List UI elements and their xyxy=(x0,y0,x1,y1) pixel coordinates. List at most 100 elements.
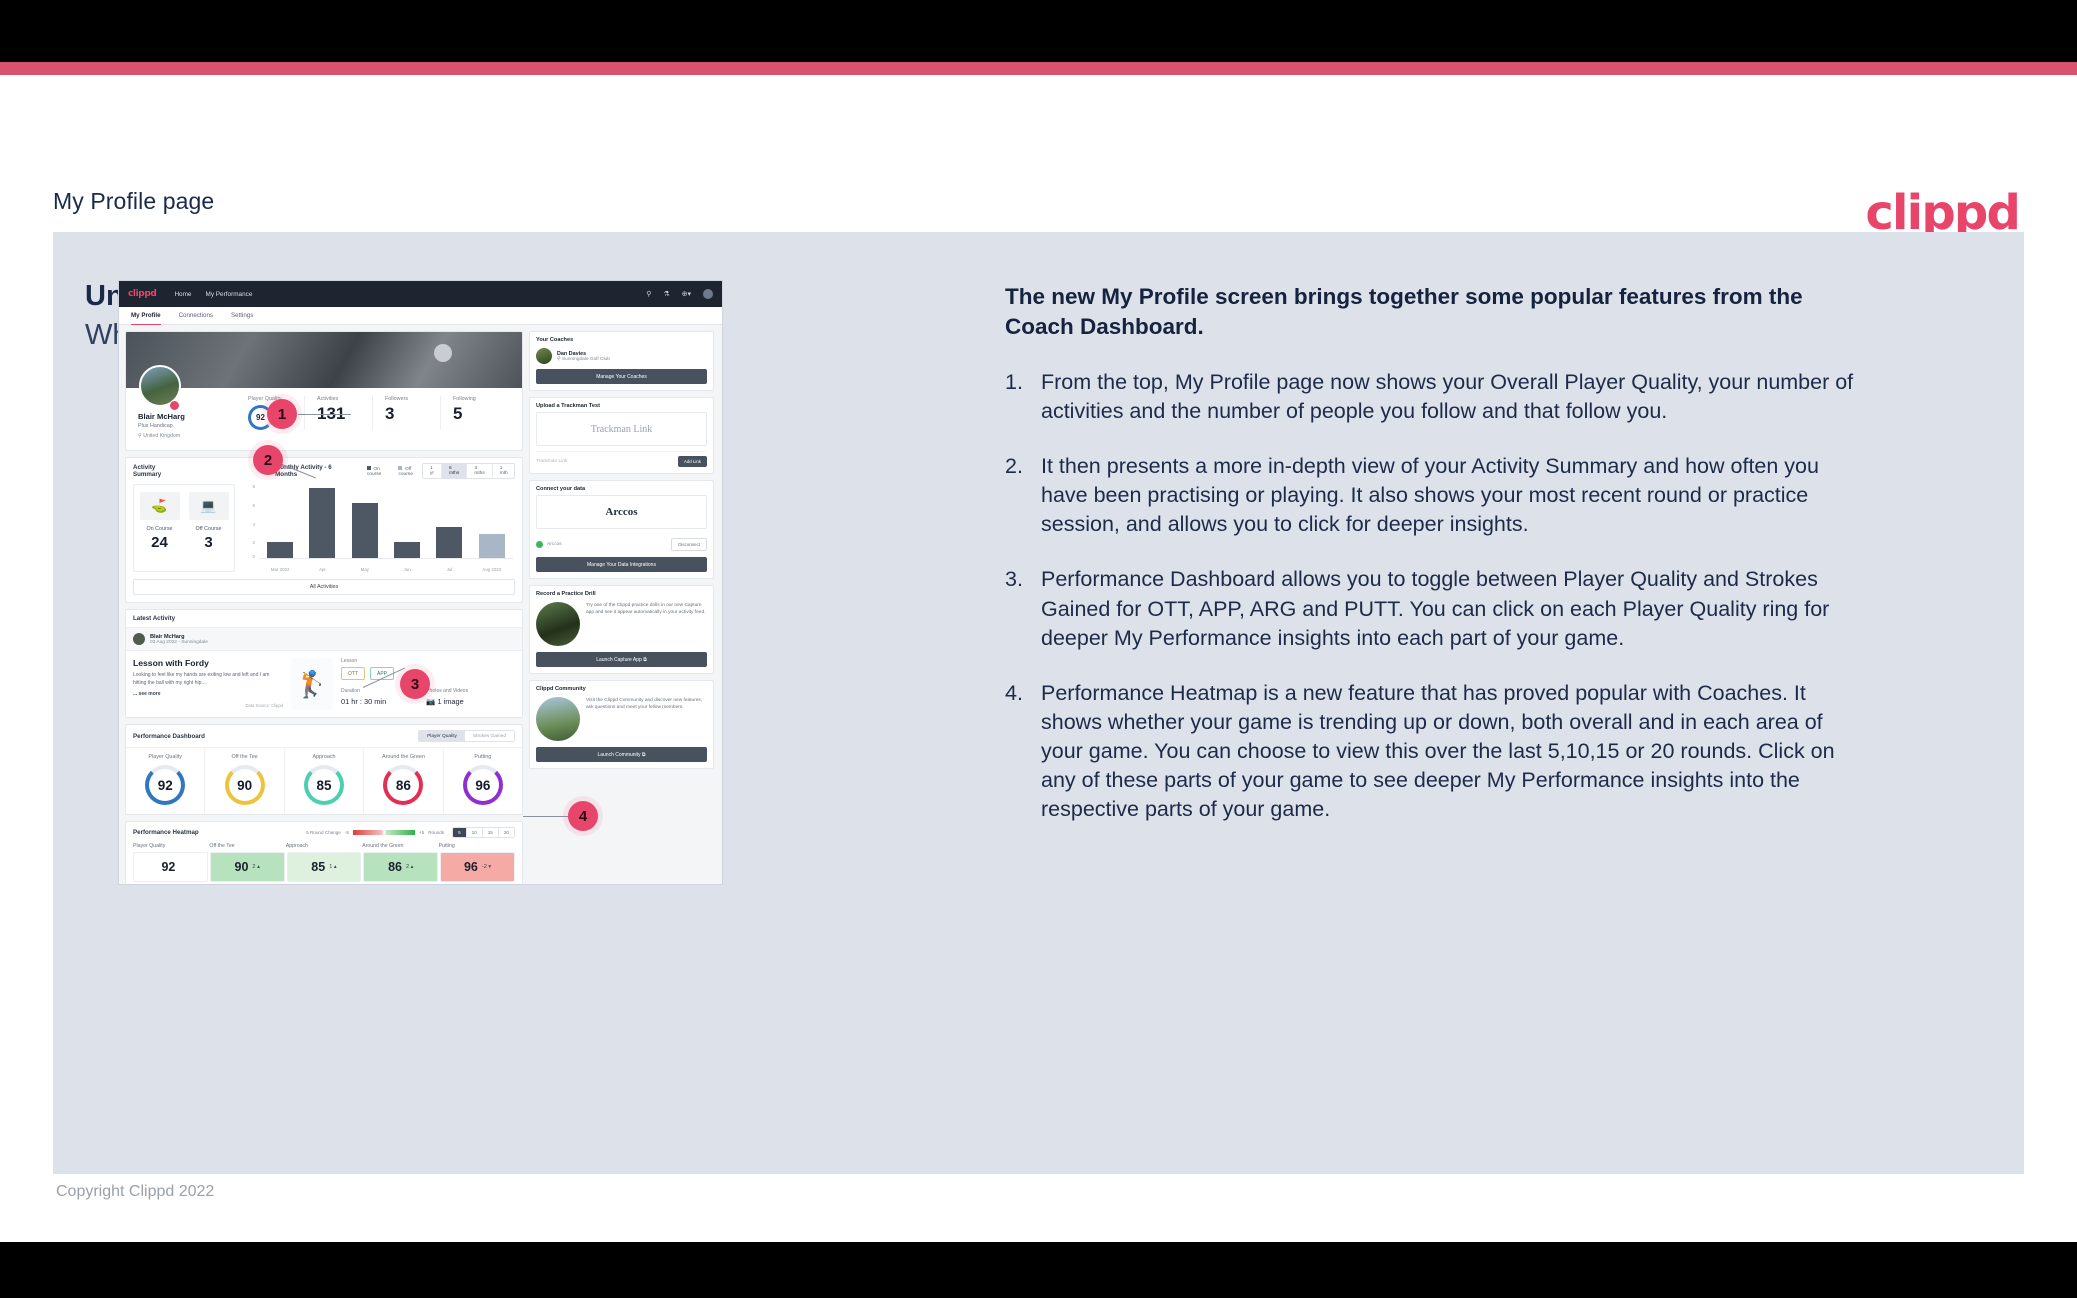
app-logo[interactable]: clippd xyxy=(128,289,157,299)
heatmap-label: Player Quality xyxy=(133,843,166,849)
heatmap-cell-player-quality[interactable]: 92 xyxy=(133,852,208,882)
ring-player-quality[interactable]: Player Quality 92 xyxy=(126,748,204,814)
heatmap-label: Putting xyxy=(438,843,455,849)
heatmap-cell-putting[interactable]: 96 -2 ▾ xyxy=(440,852,515,882)
manage-coaches-button[interactable]: Manage Your Coaches xyxy=(536,369,707,384)
community-thumbnail xyxy=(536,697,580,741)
ring-value: 86 xyxy=(383,765,424,805)
activity-body: Lesson with Fordy Looking to feel like m… xyxy=(126,651,522,717)
ring-approach[interactable]: Approach 85 xyxy=(283,748,363,814)
range-1yr[interactable]: 1 yr xyxy=(423,464,441,478)
coach-row[interactable]: Dan Davies ⚲ Sunningdale Golf Club xyxy=(530,346,713,369)
disconnect-button[interactable]: Disconnect xyxy=(671,538,707,551)
note-text: Performance Heatmap is a new feature tha… xyxy=(1041,680,1835,822)
callout-marker-2[interactable]: 2 xyxy=(253,445,283,475)
legend-off-course: Off course xyxy=(398,465,413,477)
trackman-link-input[interactable]: Trackman Link xyxy=(536,459,567,464)
app-nav-links: Home My Performance xyxy=(174,291,252,298)
rounds-15[interactable]: 15 xyxy=(481,828,498,837)
ring-around-the-green[interactable]: Around the Green 86 xyxy=(363,748,442,814)
heatmap-value: 85 xyxy=(311,860,326,874)
rounds-5[interactable]: 5 xyxy=(453,828,466,837)
callout-marker-4[interactable]: 4 xyxy=(568,801,598,831)
heatmap-value: 96 xyxy=(463,860,478,874)
practice-drill-text: Try one of the Clippd practice drills in… xyxy=(586,603,706,616)
golf-flag-icon: ⛳ xyxy=(139,492,180,520)
trackman-dropzone[interactable]: Trackman Link xyxy=(536,412,707,446)
heatmap-cell-approach[interactable]: 85 1 ▴ xyxy=(286,852,362,882)
people-icon[interactable]: ⚗ xyxy=(663,290,669,298)
activity-summary-body: ⛳ On Course 24 💻 Off Course 3 8 6 4 2 0 … xyxy=(126,484,522,579)
all-activities-button[interactable]: All Activities xyxy=(133,579,515,595)
top-accent-stripe xyxy=(0,62,2077,75)
tab-connections[interactable]: Connections xyxy=(179,312,213,319)
add-link-button[interactable]: Add Link xyxy=(677,456,707,467)
manage-integrations-button[interactable]: Manage Your Data Integrations xyxy=(536,557,707,572)
range-3mths[interactable]: 3 mths xyxy=(466,464,491,478)
callout-marker-3[interactable]: 3 xyxy=(400,669,430,699)
note-number: 1. xyxy=(1005,369,1023,394)
bar-jul[interactable] xyxy=(436,527,463,558)
heatmap-label: Off the Tee xyxy=(209,843,235,849)
see-more-link[interactable]: ... see more xyxy=(133,691,283,697)
stat-followers[interactable]: Followers 3 xyxy=(372,396,440,430)
profile-row: Blair McHarg Plus Handicap ⚲ United King… xyxy=(126,365,522,450)
coaches-card: Your Coaches Dan Davies ⚲ Sunningdale Go… xyxy=(529,331,714,391)
ring-value: 85 xyxy=(304,765,345,805)
ring-label: Putting xyxy=(474,754,492,760)
bar-may[interactable] xyxy=(351,503,378,558)
heatmap-delta: 2 ▴ xyxy=(252,864,260,870)
profile-name: Blair McHarg xyxy=(138,412,185,421)
heatmap-scale: 5 Round Change -5 +5 Rounds 5 10 15 20 xyxy=(306,827,515,838)
scale-min: -5 xyxy=(344,830,349,835)
avatar[interactable] xyxy=(703,289,713,299)
note-item: 1. From the top, My Profile page now sho… xyxy=(1005,368,1855,426)
notes-list: 1. From the top, My Profile page now sho… xyxy=(1005,368,1855,825)
edit-avatar-icon[interactable] xyxy=(169,400,180,411)
nav-link-my-performance[interactable]: My Performance xyxy=(206,291,253,298)
stat-activities[interactable]: Activities 131 xyxy=(304,396,372,430)
range-1mth[interactable]: 1 mth xyxy=(491,464,514,478)
range-6mths[interactable]: 6 mths xyxy=(440,464,467,478)
bar-mar-2022[interactable] xyxy=(267,542,294,558)
community-title: Clippd Community xyxy=(536,686,586,692)
heatmap-value: 92 xyxy=(161,860,176,874)
search-icon[interactable]: ⚲ xyxy=(646,290,651,298)
callout-marker-1[interactable]: 1 xyxy=(267,399,297,429)
media-label: Photos and Videos xyxy=(426,688,469,694)
toggle-strokes-gained[interactable]: Strokes Gained xyxy=(465,731,514,741)
chart-plot-area xyxy=(259,486,513,559)
app-navbar: clippd Home My Performance ⚲ ⚗ ⊕▾ xyxy=(119,281,722,307)
ring-off-the-tee[interactable]: Off the Tee 90 xyxy=(204,748,283,814)
note-number: 3. xyxy=(1005,567,1023,592)
heatmap-title: Performance Heatmap xyxy=(133,829,199,836)
launch-capture-app-button[interactable]: Launch Capture App ⧉ xyxy=(536,652,707,667)
tab-settings[interactable]: Settings xyxy=(231,312,253,319)
stat-value: 3 xyxy=(385,404,395,423)
rounds-10[interactable]: 10 xyxy=(465,828,482,837)
bar-aug-2022[interactable] xyxy=(478,534,505,558)
tag-ott[interactable]: OTT xyxy=(341,667,365,680)
arccos-status-row: Arccos Disconnect xyxy=(536,534,707,551)
activity-title[interactable]: Lesson with Fordy xyxy=(133,658,283,668)
ring-putting[interactable]: Putting 96 xyxy=(442,748,522,814)
bottom-black-bar xyxy=(0,1242,2077,1298)
bar-jun[interactable] xyxy=(394,542,421,558)
toggle-player-quality[interactable]: Player Quality xyxy=(419,731,465,741)
xtick: Jun xyxy=(403,567,411,572)
rounds-20[interactable]: 20 xyxy=(497,828,514,837)
add-circle-icon[interactable]: ⊕▾ xyxy=(682,290,691,298)
heatmap-cell-off-the-tee[interactable]: 90 2 ▴ xyxy=(209,852,285,882)
activity-description: Looking to feel like my hands are exitin… xyxy=(133,672,270,686)
nav-link-home[interactable]: Home xyxy=(174,291,191,298)
note-number: 4. xyxy=(1005,680,1023,705)
heatmap-label: Around the Green xyxy=(362,843,404,849)
stat-following[interactable]: Following 5 xyxy=(440,396,508,430)
app-nav-right: ⚲ ⚗ ⊕▾ xyxy=(646,289,713,299)
off-course-stat: 💻 Off Course 3 xyxy=(187,492,230,564)
heatmap-cell-around-the-green[interactable]: 86 2 ▴ xyxy=(363,852,439,882)
launch-community-button[interactable]: Launch Community ⧉ xyxy=(536,747,707,762)
app-sidebar: Your Coaches Dan Davies ⚲ Sunningdale Go… xyxy=(529,331,714,884)
bar-apr[interactable] xyxy=(309,488,336,558)
tab-my-profile[interactable]: My Profile xyxy=(131,307,161,325)
